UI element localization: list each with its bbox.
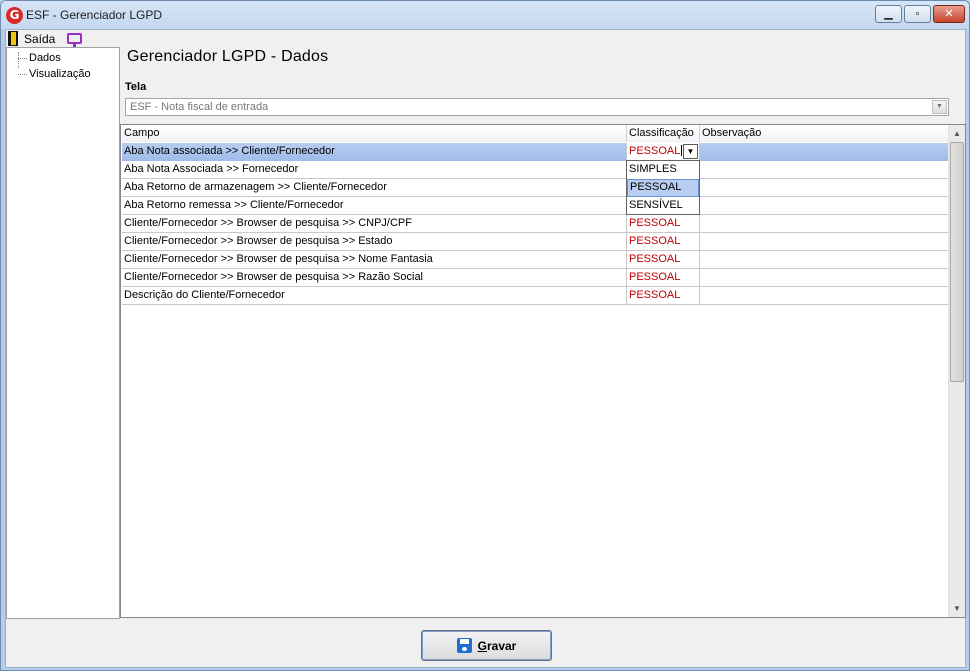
vertical-scrollbar[interactable]: ▲ ▼ <box>948 125 965 617</box>
save-button-label: Gravar <box>477 638 517 653</box>
title-bar[interactable]: G ESF - Gerenciador LGPD ▁ ▫ ✕ <box>1 1 969 29</box>
cell-observacao[interactable] <box>700 251 949 269</box>
cell-observacao[interactable] <box>700 233 949 251</box>
app-window: G ESF - Gerenciador LGPD ▁ ▫ ✕ Saída Dad… <box>0 0 970 671</box>
monitor-icon[interactable] <box>67 33 83 47</box>
minimize-icon: ▁ <box>884 8 893 20</box>
tela-label: Tela <box>125 81 147 93</box>
column-header-observacao[interactable]: Observação <box>700 125 949 142</box>
grid-rows: Aba Nota associada >> Cliente/Fornecedor… <box>122 143 949 305</box>
cell-observacao[interactable] <box>700 143 949 161</box>
exit-door-icon[interactable] <box>8 31 18 46</box>
scroll-down-icon[interactable]: ▼ <box>949 600 965 617</box>
dropdown-option[interactable]: SIMPLES <box>627 161 699 179</box>
tree-connector <box>18 52 19 68</box>
cell-observacao[interactable] <box>700 161 949 179</box>
save-button[interactable]: Gravar <box>421 630 552 661</box>
tela-select-value: ESF - Nota fiscal de entrada <box>130 101 269 113</box>
dropdown-option[interactable]: SENSÍVEL <box>627 197 699 215</box>
table-row[interactable]: Cliente/Fornecedor >> Browser de pesquis… <box>122 251 949 269</box>
cell-campo[interactable]: Descrição do Cliente/Fornecedor <box>122 287 627 305</box>
tree-item-dados[interactable]: Dados <box>29 52 61 64</box>
table-row[interactable]: Aba Nota associada >> Cliente/Fornecedor… <box>122 143 949 161</box>
close-icon: ✕ <box>944 8 954 20</box>
fields-grid: Campo Classificação Observação Aba Nota … <box>120 124 966 618</box>
maximize-button[interactable]: ▫ <box>904 5 931 23</box>
floppy-disk-icon <box>456 638 472 653</box>
cell-observacao[interactable] <box>700 197 949 215</box>
grid-header: Campo Classificação Observação <box>122 125 949 142</box>
table-row[interactable]: Descrição do Cliente/Fornecedor PESSOAL <box>122 287 949 305</box>
cell-campo[interactable]: Cliente/Fornecedor >> Browser de pesquis… <box>122 269 627 287</box>
cell-observacao[interactable] <box>700 269 949 287</box>
cell-observacao[interactable] <box>700 179 949 197</box>
cell-campo[interactable]: Cliente/Fornecedor >> Browser de pesquis… <box>122 251 627 269</box>
client-area: Saída Dados Visualização Gerenciador LGP… <box>5 29 966 668</box>
scroll-up-icon[interactable]: ▲ <box>949 125 965 142</box>
tree-connector <box>18 58 27 59</box>
menu-bar: Saída <box>6 30 965 47</box>
cell-classificacao[interactable]: PESSOAL <box>627 215 700 233</box>
tela-select[interactable]: ESF - Nota fiscal de entrada ▼ <box>125 98 949 116</box>
maximize-icon: ▫ <box>915 8 920 20</box>
navigation-tree: Dados Visualização <box>6 47 120 619</box>
cell-campo[interactable]: Aba Retorno remessa >> Cliente/Fornecedo… <box>122 197 627 215</box>
table-row[interactable]: Cliente/Fornecedor >> Browser de pesquis… <box>122 215 949 233</box>
classification-editor-value[interactable]: PESSOAL <box>629 145 680 157</box>
app-logo-icon: G <box>6 7 23 24</box>
dropdown-option[interactable]: PESSOAL <box>627 179 699 197</box>
cell-campo[interactable]: Cliente/Fornecedor >> Browser de pesquis… <box>122 233 627 251</box>
cell-classificacao[interactable]: PESSOAL <box>627 233 700 251</box>
tree-connector <box>18 74 27 75</box>
cell-observacao[interactable] <box>700 215 949 233</box>
exit-menu-item[interactable]: Saída <box>24 32 55 46</box>
table-row[interactable]: Aba Nota Associada >> Fornecedor <box>122 161 949 179</box>
cell-campo[interactable]: Aba Nota associada >> Cliente/Fornecedor <box>122 143 627 161</box>
table-row[interactable]: Aba Retorno de armazenagem >> Cliente/Fo… <box>122 179 949 197</box>
cell-observacao[interactable] <box>700 287 949 305</box>
cell-campo[interactable]: Aba Nota Associada >> Fornecedor <box>122 161 627 179</box>
chevron-down-icon[interactable]: ▼ <box>932 100 947 114</box>
window-title: ESF - Gerenciador LGPD <box>26 8 163 22</box>
cell-classificacao[interactable]: PESSOAL <box>627 287 700 305</box>
tree-item-visualizacao[interactable]: Visualização <box>29 68 91 80</box>
cell-classificacao[interactable]: PESSOAL <box>627 251 700 269</box>
classification-dropdown-list: SIMPLES PESSOAL SENSÍVEL <box>626 160 700 215</box>
table-row[interactable]: Cliente/Fornecedor >> Browser de pesquis… <box>122 269 949 287</box>
chevron-down-icon[interactable]: ▼ <box>683 144 698 159</box>
column-header-classificacao[interactable]: Classificação <box>627 125 700 142</box>
cell-classificacao[interactable]: PESSOAL <box>627 269 700 287</box>
table-row[interactable]: Aba Retorno remessa >> Cliente/Fornecedo… <box>122 197 949 215</box>
column-header-campo[interactable]: Campo <box>122 125 627 142</box>
page-title: Gerenciador LGPD - Dados <box>127 48 329 65</box>
cell-campo[interactable]: Cliente/Fornecedor >> Browser de pesquis… <box>122 215 627 233</box>
cell-classificacao[interactable]: PESSOAL ▼ <box>627 143 700 161</box>
close-button[interactable]: ✕ <box>933 5 965 23</box>
window-controls: ▁ ▫ ✕ <box>875 5 965 23</box>
cell-campo[interactable]: Aba Retorno de armazenagem >> Cliente/Fo… <box>122 179 627 197</box>
minimize-button[interactable]: ▁ <box>875 5 902 23</box>
scrollbar-thumb[interactable] <box>950 142 964 382</box>
table-row[interactable]: Cliente/Fornecedor >> Browser de pesquis… <box>122 233 949 251</box>
